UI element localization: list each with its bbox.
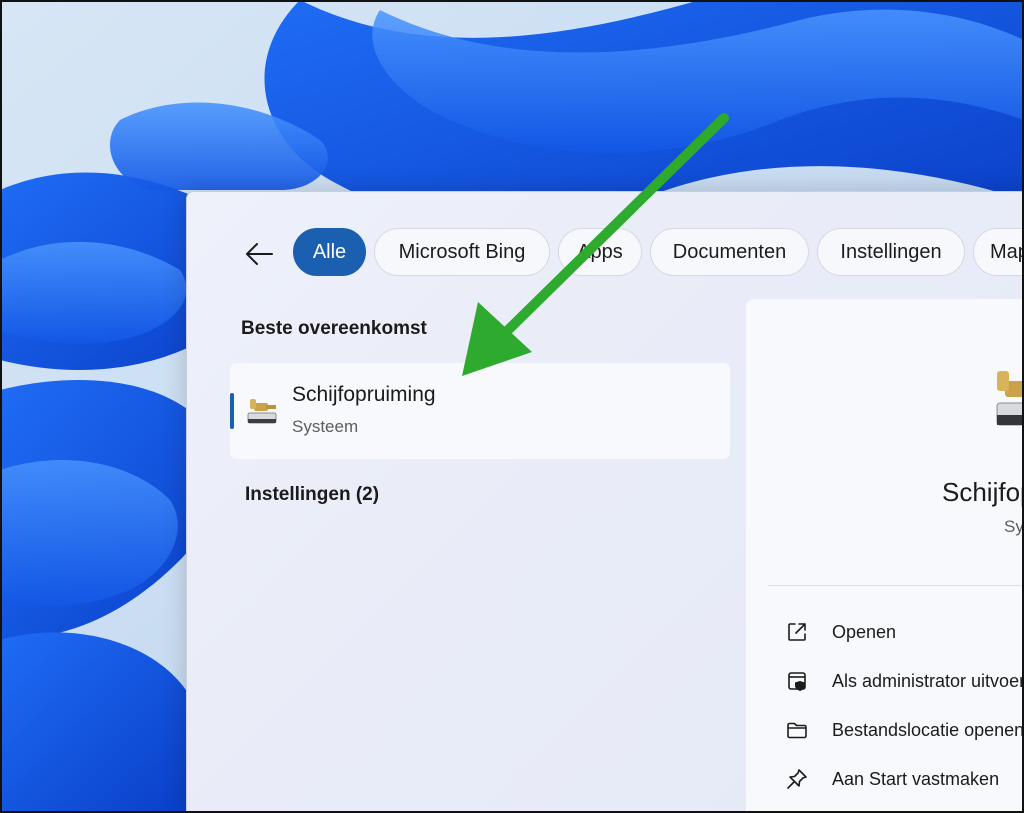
filter-chip-apps[interactable]: Apps <box>558 228 642 276</box>
action-label: Als administrator uitvoeren <box>832 670 1024 691</box>
filter-chip-all[interactable]: Alle <box>293 228 366 276</box>
divider <box>768 585 1024 586</box>
action-label: Aan Start vastmaken <box>832 768 1000 789</box>
run-as-admin-icon <box>784 668 810 694</box>
arrow-left-icon <box>246 243 273 265</box>
disk-cleanup-icon <box>247 399 277 424</box>
filter-chip-settings[interactable]: Instellingen <box>817 228 965 276</box>
selection-indicator <box>230 393 234 429</box>
best-match-result[interactable]: Schijfopruiming Systeem <box>230 363 730 459</box>
action-run-as-admin[interactable]: Als administrator uitvoeren <box>784 661 1024 701</box>
result-name: Schijfopruiming <box>292 383 436 406</box>
action-open[interactable]: Openen <box>784 612 896 652</box>
action-label: Bestandslocatie openen <box>832 719 1024 740</box>
settings-heading[interactable]: Instellingen (2) <box>245 484 379 506</box>
folder-icon <box>784 717 810 743</box>
result-type: Systeem <box>292 417 359 436</box>
action-label: Openen <box>832 621 897 642</box>
back-button[interactable] <box>241 236 277 272</box>
filter-chip-folders[interactable]: Map <box>973 228 1024 276</box>
detail-title: Schijfopruiming <box>942 477 1024 507</box>
search-panel: Alle Microsoft Bing Apps Documenten Inst… <box>186 191 1024 813</box>
best-match-heading: Beste overeenkomst <box>241 318 427 339</box>
filter-chip-documents[interactable]: Documenten <box>650 228 809 276</box>
filter-chip-bing[interactable]: Microsoft Bing <box>374 228 550 276</box>
action-open-file-location[interactable]: Bestandslocatie openen <box>784 710 1024 750</box>
disk-cleanup-icon <box>996 371 1024 426</box>
detail-pane: Schijfopruiming Systeem Openen Als admin… <box>746 299 1024 813</box>
pin-icon <box>784 766 810 792</box>
detail-subtitle: Systeem <box>1004 517 1024 536</box>
open-external-icon <box>784 619 810 645</box>
action-pin-to-start[interactable]: Aan Start vastmaken <box>784 759 999 799</box>
